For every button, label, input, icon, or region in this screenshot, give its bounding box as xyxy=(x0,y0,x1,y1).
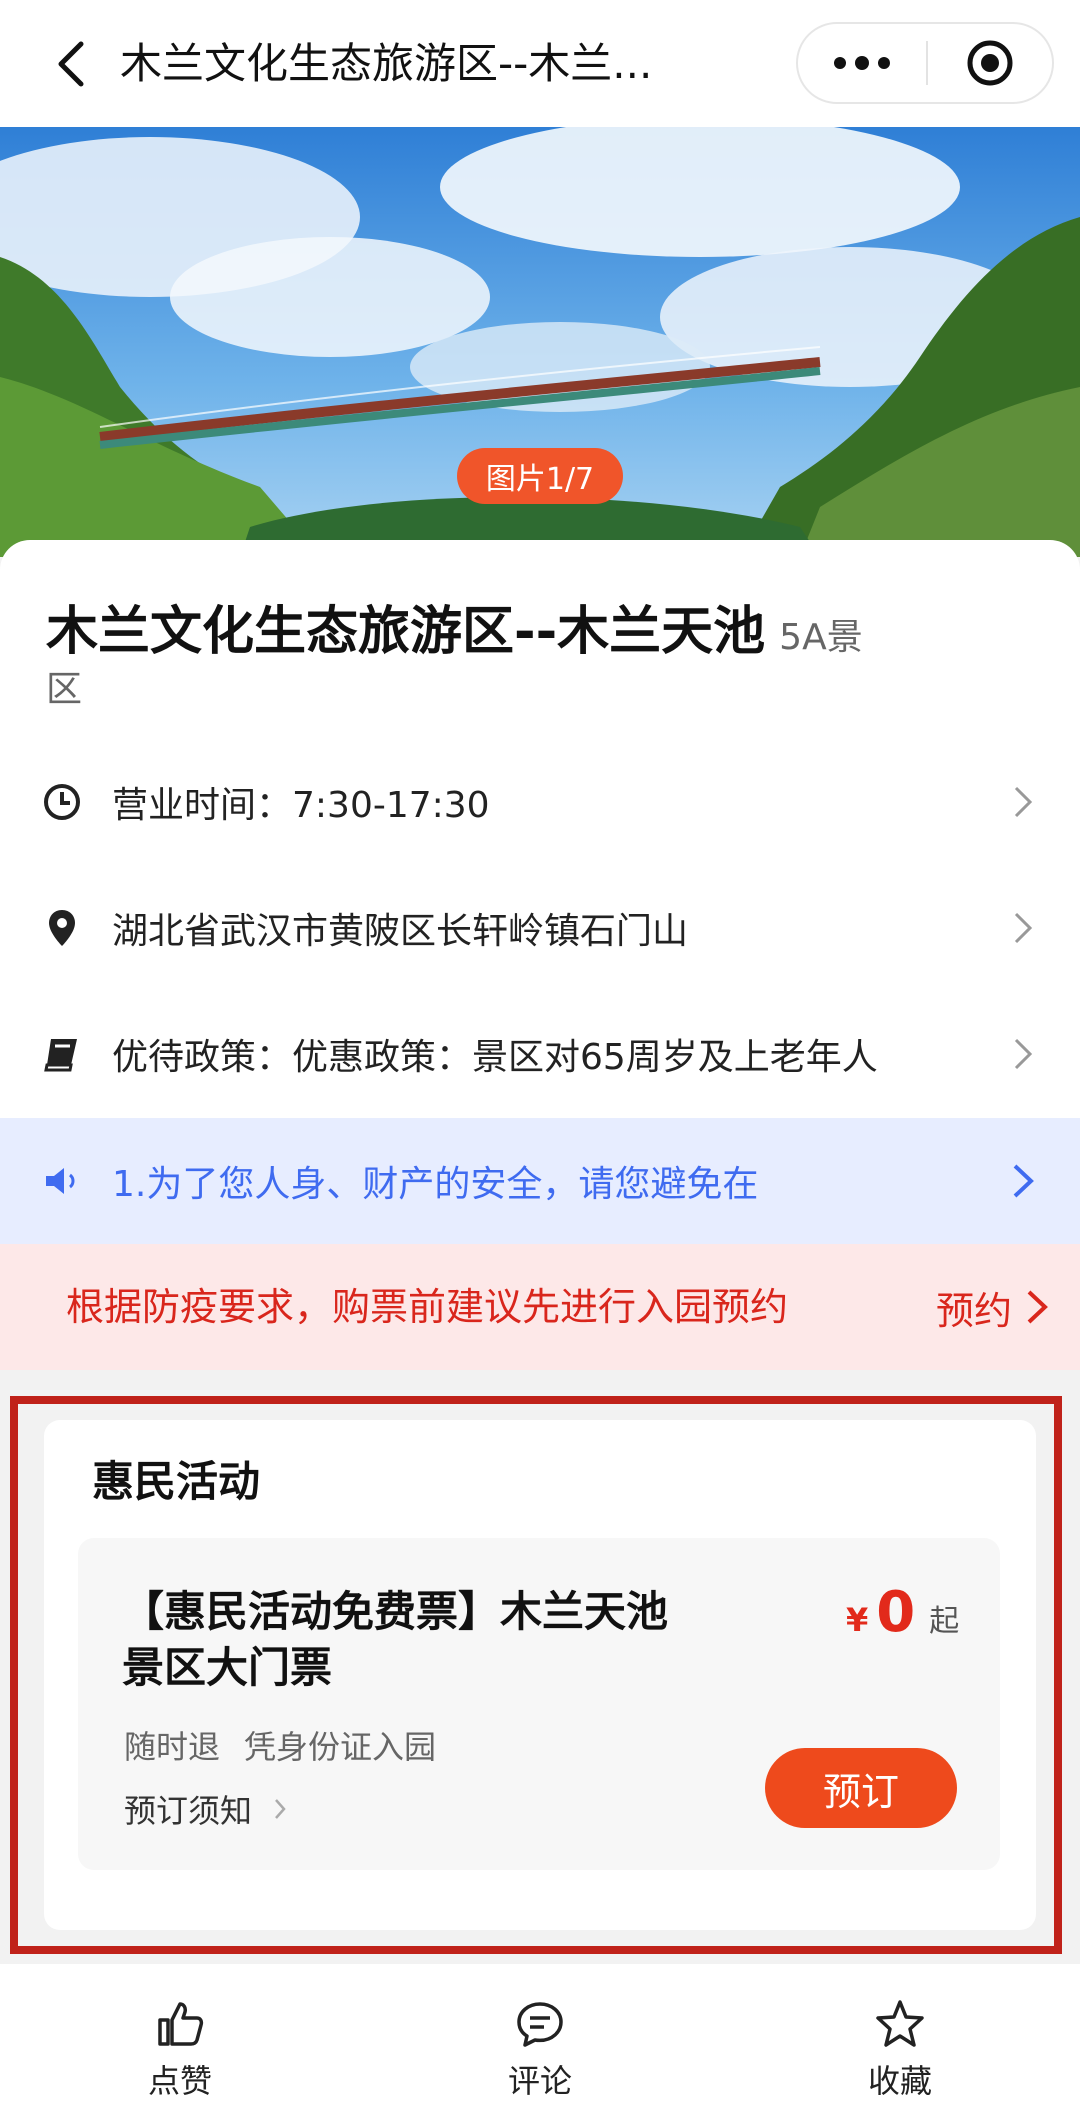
announcement-text: 1.为了您人身、财产的安全，请您避免在 xyxy=(112,1164,759,1205)
attraction-grade-continued: 区 xyxy=(46,669,83,710)
booking-notice-label: 预订须知 xyxy=(124,1792,253,1830)
favorite-button[interactable]: 收藏 xyxy=(820,1964,980,2123)
bottom-action-bar: 点赞 评论 收藏 xyxy=(0,1964,1080,2123)
address-text: 湖北省武汉市黄陂区长轩岭镇石门山 xyxy=(112,911,689,952)
opening-hours-row[interactable]: 营业时间：7:30-17:30 xyxy=(0,740,1080,864)
speaker-icon xyxy=(42,1161,82,1201)
opening-hours-text: 营业时间：7:30-17:30 xyxy=(112,785,490,826)
announcement-bar[interactable]: 1.为了您人身、财产的安全，请您避免在 xyxy=(0,1118,1080,1244)
epidemic-notice-bar: 根据防疫要求，购票前建议先进行入园预约 预约 xyxy=(0,1244,1080,1370)
booking-notice-link[interactable]: 预订须知 xyxy=(124,1786,286,1832)
price-currency: ¥ xyxy=(846,1601,869,1639)
star-icon xyxy=(876,2000,924,2047)
attraction-grade: 5A景 xyxy=(779,617,863,658)
ticket-price: ¥ 0 起 xyxy=(846,1580,959,1645)
like-button[interactable]: 点赞 xyxy=(100,1964,260,2123)
chevron-right-icon xyxy=(1008,782,1038,822)
discount-policy-text: 优待政策：优惠政策：景区对65周岁及上老年人 xyxy=(112,1037,878,1078)
photo-counter-badge: 图片1/7 xyxy=(457,448,623,504)
comment-label: 评论 xyxy=(507,2062,572,2100)
clock-icon xyxy=(42,782,82,822)
reserve-link[interactable]: 预约 xyxy=(936,1244,1048,1370)
close-mini-program-icon[interactable] xyxy=(928,24,1052,102)
location-pin-icon xyxy=(42,908,82,948)
price-value: 0 xyxy=(876,1580,916,1645)
favorite-label: 收藏 xyxy=(867,2062,932,2100)
address-row[interactable]: 湖北省武汉市黄陂区长轩岭镇石门山 xyxy=(0,866,1080,990)
comment-icon xyxy=(517,2002,563,2047)
ticket-tags: 随时退 凭身份证入园 xyxy=(124,1722,460,1768)
navigation-bar: 木兰文化生态旅游区--木兰... xyxy=(0,0,1080,127)
ticket-name: 【惠民活动免费票】木兰天池景区大门票 xyxy=(122,1587,669,1692)
comment-button[interactable]: 评论 xyxy=(460,1964,620,2123)
more-options-icon[interactable] xyxy=(798,24,926,102)
attraction-name: 木兰文化生态旅游区--木兰天池 xyxy=(46,602,766,662)
discount-policy-row[interactable]: 优待政策：优惠政策：景区对65周岁及上老年人 xyxy=(0,992,1080,1116)
back-icon[interactable] xyxy=(40,34,100,94)
chevron-right-icon xyxy=(1027,1290,1048,1324)
chevron-right-icon xyxy=(1008,1034,1038,1074)
promo-section-title: 惠民活动 xyxy=(92,1457,261,1506)
like-label: 点赞 xyxy=(147,2062,212,2100)
tag-id-entry: 凭身份证入园 xyxy=(244,1728,437,1766)
attraction-title: 木兰文化生态旅游区--木兰天池 5A景 xyxy=(46,600,1046,670)
price-suffix: 起 xyxy=(929,1604,960,1639)
chevron-right-icon xyxy=(1008,908,1038,948)
chevron-right-icon xyxy=(1008,1161,1038,1201)
book-icon xyxy=(42,1034,82,1074)
tag-refund: 随时退 xyxy=(124,1728,221,1766)
reserve-label: 预约 xyxy=(935,1288,1012,1333)
chevron-right-icon xyxy=(275,1799,286,1819)
epidemic-notice-text: 根据防疫要求，购票前建议先进行入园预约 xyxy=(66,1285,789,1329)
mini-program-capsule xyxy=(796,22,1054,104)
page-title: 木兰文化生态旅游区--木兰... xyxy=(120,39,653,88)
thumbs-up-icon xyxy=(158,2002,204,2046)
book-button[interactable]: 预订 xyxy=(765,1748,957,1828)
